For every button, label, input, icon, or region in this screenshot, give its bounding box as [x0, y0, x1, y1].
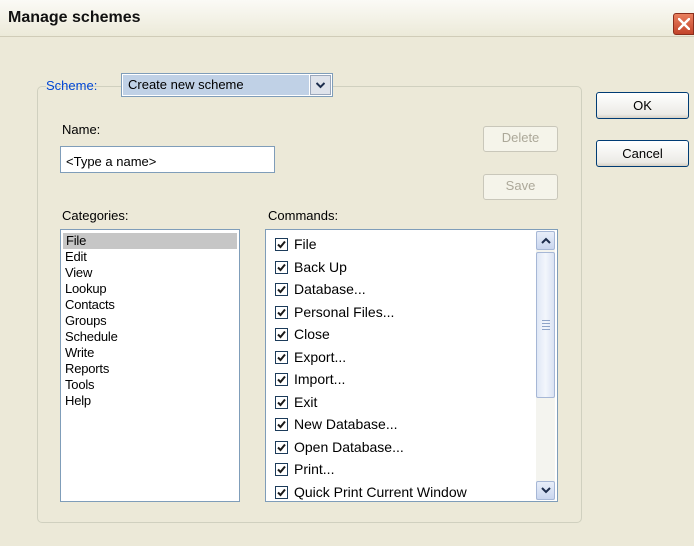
checkmark-icon — [277, 330, 286, 339]
command-item[interactable]: Database... — [266, 278, 467, 301]
command-item[interactable]: Quick Print Current Window — [266, 481, 467, 502]
checkmark-icon — [277, 443, 286, 451]
arrow-up-icon — [541, 237, 551, 244]
window-title: Manage schemes — [8, 9, 141, 26]
checkmark-icon — [277, 308, 286, 316]
command-label: New Database... — [294, 416, 398, 432]
command-item[interactable]: Print... — [266, 458, 467, 481]
scroll-up-button[interactable] — [536, 231, 555, 250]
category-item[interactable]: Edit — [61, 249, 239, 265]
command-item[interactable]: Exit — [266, 391, 467, 414]
command-item[interactable]: Import... — [266, 368, 467, 391]
command-label: Exit — [294, 393, 318, 410]
category-item[interactable]: Schedule — [61, 329, 239, 345]
checkmark-icon — [277, 375, 286, 384]
checkmark-icon — [277, 263, 286, 271]
category-item[interactable]: Write — [61, 345, 239, 361]
command-checkbox[interactable] — [275, 305, 288, 319]
name-label: Name: — [62, 122, 101, 137]
commands-list[interactable]: File Back Up Database... Personal Files... C… — [265, 229, 558, 502]
command-label: Open Database... — [294, 438, 404, 455]
scroll-down-button[interactable] — [536, 481, 555, 500]
commands-label: Commands: — [268, 208, 339, 223]
command-checkbox[interactable] — [275, 418, 288, 431]
category-item[interactable]: Groups — [61, 313, 239, 329]
delete-button[interactable]: Delete — [483, 126, 558, 152]
command-label: Import... — [294, 371, 346, 387]
scheme-label: Scheme: — [46, 78, 98, 93]
category-item[interactable]: Help — [61, 393, 239, 409]
category-item[interactable]: File — [63, 233, 237, 249]
command-label: Personal Files... — [294, 303, 395, 320]
scroll-thumb[interactable] — [536, 252, 555, 398]
command-checkbox[interactable] — [275, 328, 288, 341]
command-item[interactable]: Close — [266, 323, 467, 346]
command-checkbox[interactable] — [275, 395, 288, 409]
command-item[interactable]: Back Up — [266, 256, 467, 279]
command-checkbox[interactable] — [275, 463, 288, 476]
command-label: Back Up — [294, 258, 347, 275]
command-item[interactable]: Personal Files... — [266, 301, 467, 324]
cancel-button[interactable]: Cancel — [596, 140, 689, 167]
chevron-down-icon — [316, 82, 325, 89]
checkmark-icon — [277, 398, 286, 406]
command-label: Export... — [294, 348, 347, 365]
category-item[interactable]: Reports — [61, 361, 239, 377]
category-item[interactable]: Tools — [61, 377, 239, 393]
command-label: Close — [294, 326, 330, 342]
commands-scrollbar[interactable] — [536, 231, 555, 500]
checkmark-icon — [277, 353, 286, 361]
close-icon — [678, 18, 690, 30]
grip-icon — [542, 320, 550, 332]
categories-label: Categories: — [62, 208, 129, 223]
close-button[interactable] — [673, 13, 694, 35]
ok-button[interactable]: OK — [596, 92, 689, 119]
checkmark-icon — [277, 285, 286, 294]
command-label: Quick Print Current Window — [294, 483, 467, 500]
scheme-dropdown[interactable]: Create new scheme — [121, 73, 333, 97]
name-input[interactable] — [60, 146, 275, 173]
checkmark-icon — [277, 488, 286, 496]
command-checkbox[interactable] — [275, 373, 288, 386]
command-checkbox[interactable] — [275, 485, 288, 499]
categories-list[interactable]: File Edit View Lookup Contacts Groups Schedule… — [60, 229, 240, 502]
category-item[interactable]: Contacts — [61, 297, 239, 313]
save-button[interactable]: Save — [483, 174, 558, 200]
command-item[interactable]: Open Database... — [266, 436, 467, 459]
category-item[interactable]: Lookup — [61, 281, 239, 297]
title-bar: Manage schemes — [0, 0, 694, 37]
checkmark-icon — [277, 240, 286, 249]
command-checkbox[interactable] — [275, 238, 288, 251]
command-checkbox[interactable] — [275, 260, 288, 274]
command-item[interactable]: New Database... — [266, 413, 467, 436]
command-label: File — [294, 236, 317, 252]
command-checkbox[interactable] — [275, 440, 288, 454]
scheme-dropdown-button[interactable] — [310, 75, 331, 95]
command-label: Print... — [294, 461, 335, 477]
command-item[interactable]: Export... — [266, 346, 467, 369]
command-label: Database... — [294, 281, 366, 297]
arrow-down-icon — [541, 487, 551, 494]
command-checkbox[interactable] — [275, 283, 288, 296]
command-item[interactable]: File — [266, 233, 467, 256]
scheme-legend: Scheme: Create new scheme — [46, 73, 333, 97]
category-item[interactable]: View — [61, 265, 239, 281]
checkmark-icon — [277, 465, 286, 474]
checkmark-icon — [277, 420, 286, 429]
scheme-selected-value: Create new scheme — [123, 75, 309, 95]
command-checkbox[interactable] — [275, 350, 288, 364]
